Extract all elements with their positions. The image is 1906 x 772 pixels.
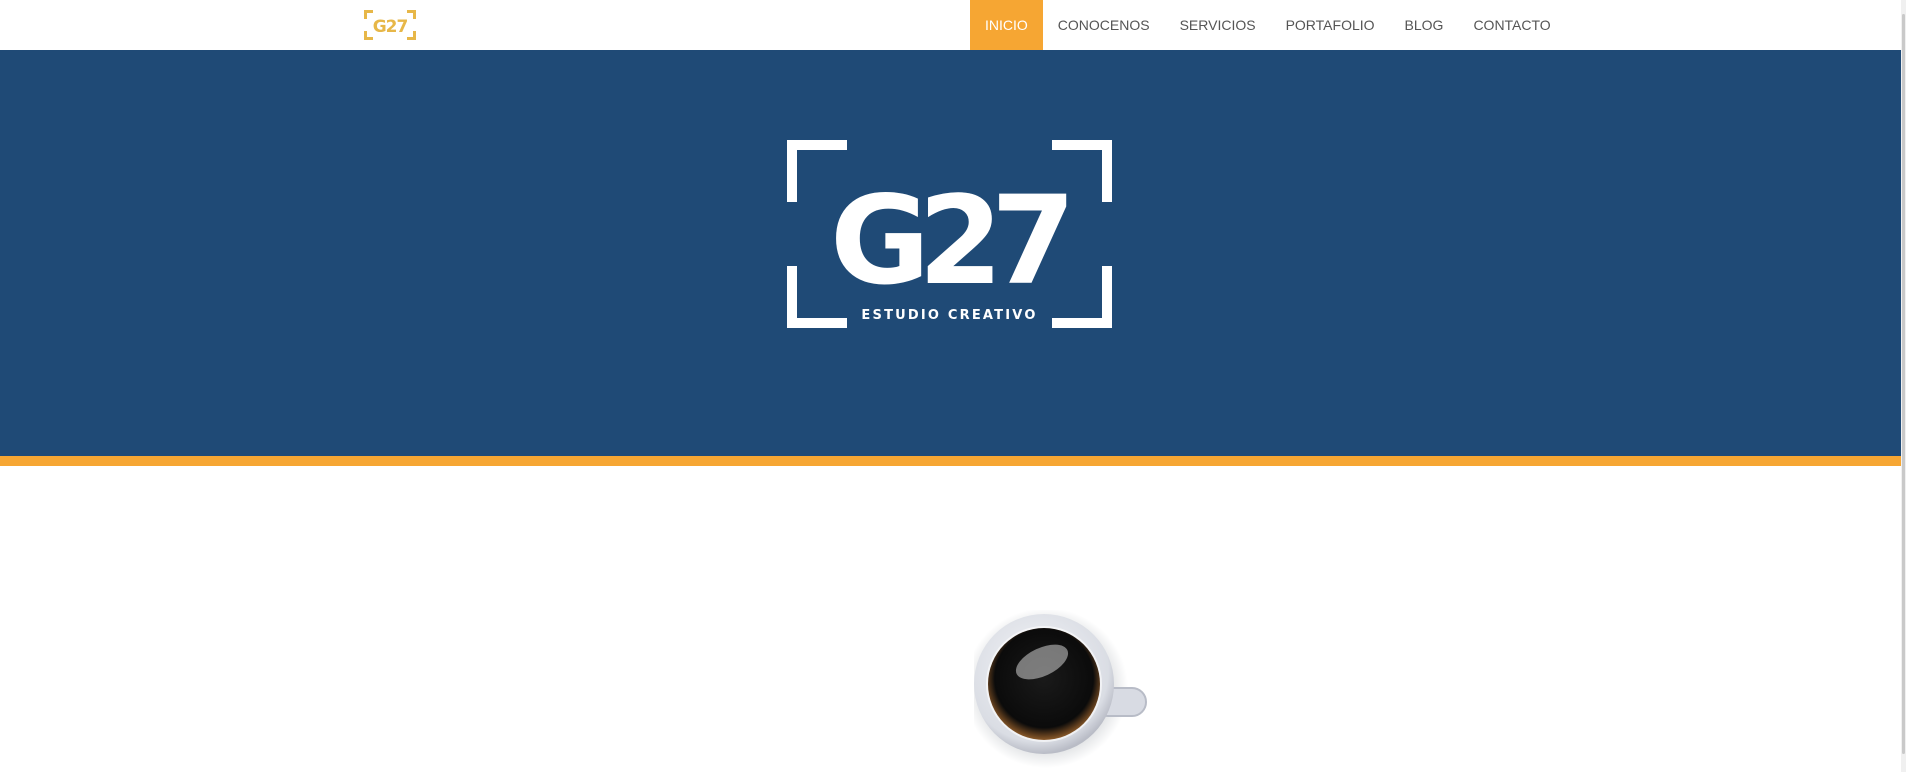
coffee-cup-image: [974, 610, 1147, 768]
top-navbar: G27 INICIO CONOCENOS SERVICIOS PORTAFOLI…: [0, 0, 1901, 50]
nav-item-inicio[interactable]: INICIO: [970, 0, 1043, 50]
nav-item-blog[interactable]: BLOG: [1390, 0, 1459, 50]
g27-logo-small-icon: G27: [364, 10, 416, 40]
coffee-surface: [988, 628, 1100, 740]
scrollbar-thumb[interactable]: [1902, 14, 1905, 754]
hero-tagline: ESTUDIO CREATIVO: [861, 308, 1038, 323]
main-menu: INICIO CONOCENOS SERVICIOS PORTAFOLIO BL…: [970, 0, 1566, 50]
page: G27 INICIO CONOCENOS SERVICIOS PORTAFOLI…: [0, 0, 1901, 772]
g27-studio-logo: G27: [787, 140, 1112, 328]
nav-item-portafolio[interactable]: PORTAFOLIO: [1271, 0, 1390, 50]
nav-item-contacto[interactable]: CONTACTO: [1458, 0, 1565, 50]
hero-logo-text: G27: [830, 170, 1067, 312]
nav-item-servicios[interactable]: SERVICIOS: [1165, 0, 1271, 50]
small-logo-text: G27: [373, 17, 408, 37]
hero-accent-stripe: [0, 456, 1901, 466]
nav-item-conocenos[interactable]: CONOCENOS: [1043, 0, 1165, 50]
